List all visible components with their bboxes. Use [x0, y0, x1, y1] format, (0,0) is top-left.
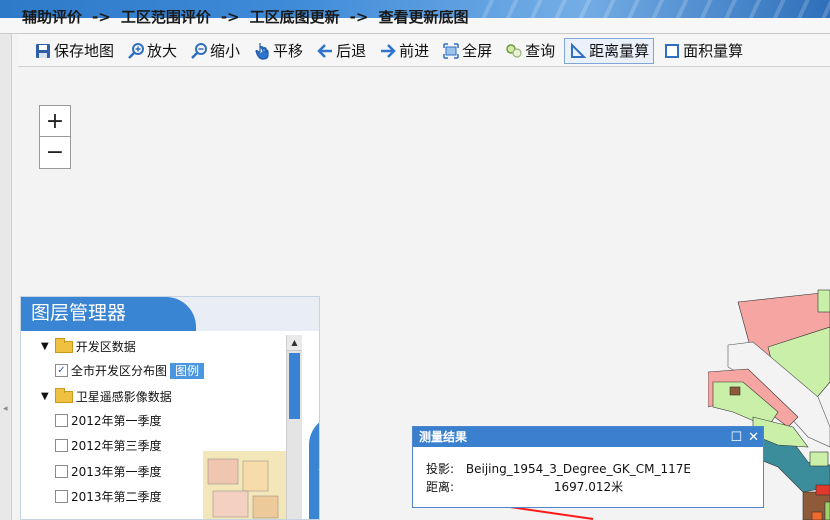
left-splitter[interactable]: ◂ — [0, 34, 12, 520]
maximize-icon[interactable]: ☐ — [730, 428, 742, 448]
tree-group-satellite[interactable]: ▼ 卫星遥感影像数据 — [41, 387, 172, 405]
folder-icon — [54, 387, 73, 403]
zoom-out-label: 缩小 — [210, 42, 241, 60]
zoom-out-control[interactable]: − — [40, 137, 70, 168]
back-label: 后退 — [336, 42, 367, 60]
popup-title: 测量结果 — [419, 430, 468, 444]
tree-item-satellite[interactable]: 2013年第一季度 — [55, 463, 162, 480]
chevron-left-icon: ◀ — [318, 458, 319, 479]
tree-item-satellite[interactable]: 2012年第一季度 — [55, 412, 162, 429]
zoom-out-button[interactable]: 缩小 — [186, 38, 244, 64]
popup-header[interactable]: 测量结果 ☐ ✕ — [413, 427, 763, 447]
legend-button[interactable]: 图例 — [170, 362, 205, 379]
layer-checkbox[interactable] — [55, 439, 68, 452]
fullscreen-button[interactable]: 全屏 — [438, 38, 496, 64]
breadcrumb: 辅助评价 -> 工区范围评价 -> 工区底图更新 -> 查看更新底图 — [22, 10, 468, 24]
query-icon — [505, 42, 523, 60]
breadcrumb-item[interactable]: 辅助评价 — [22, 10, 82, 24]
scroll-up-icon[interactable]: ▲ — [287, 335, 302, 351]
zoom-in-label: 放大 — [147, 42, 178, 60]
save-map-button[interactable]: 保存地图 — [30, 38, 118, 64]
forward-button[interactable]: 前进 — [375, 38, 433, 64]
top-banner: 辅助评价 -> 工区范围评价 -> 工区底图更新 -> 查看更新底图 — [0, 0, 830, 34]
measure-result-popup: 测量结果 ☐ ✕ 投影: Beijing_1954_3_Degree_GK_CM… — [412, 426, 764, 508]
tree-item-label: 2012年第一季度 — [71, 414, 162, 428]
tree-group-dev-zone[interactable]: ▼ 开发区数据 — [41, 337, 136, 355]
splitter-grip-icon[interactable]: ◂ — [3, 404, 8, 416]
arrow-left-icon — [316, 42, 334, 60]
breadcrumb-separator: -> — [220, 10, 240, 24]
ruler-icon — [569, 42, 587, 60]
collapse-panel-button[interactable]: ◀ — [309, 415, 319, 519]
tree-item-label: 2013年第一季度 — [71, 465, 162, 479]
expand-arrow-icon[interactable]: ▼ — [41, 341, 49, 352]
zoom-control: + − — [39, 105, 71, 169]
layer-preview-thumbnail — [203, 451, 293, 519]
layer-manager-panel: 图层管理器 ▼ 开发区数据 ✓ 全市开发区分布图 图例 ▼ 卫星遥感影像数据 2… — [20, 296, 320, 520]
tree-group-label: 卫星遥感影像数据 — [75, 390, 172, 404]
area-icon — [663, 42, 681, 60]
layer-checkbox[interactable] — [55, 465, 68, 478]
fullscreen-label: 全屏 — [462, 42, 493, 60]
breadcrumb-item[interactable]: 工区底图更新 — [250, 10, 340, 24]
layer-checkbox[interactable] — [55, 490, 68, 503]
projection-value: Beijing_1954_3_Degree_GK_CM_117E — [465, 462, 691, 476]
query-label: 查询 — [525, 42, 556, 60]
area-measure-label: 面积量算 — [683, 42, 744, 60]
layer-checkbox[interactable] — [55, 414, 68, 427]
forward-label: 前进 — [399, 42, 430, 60]
pan-button[interactable]: 平移 — [249, 38, 307, 64]
tree-item-satellite[interactable]: 2013年第二季度 — [55, 488, 162, 505]
hand-icon — [253, 42, 271, 60]
tree-item-label: 2012年第三季度 — [71, 439, 162, 453]
layer-checkbox[interactable]: ✓ — [55, 364, 68, 377]
projection-label: 投影: — [426, 462, 455, 476]
pan-label: 平移 — [273, 42, 304, 60]
zoom-in-control[interactable]: + — [40, 106, 70, 137]
expand-arrow-icon[interactable]: ▼ — [41, 391, 49, 402]
save-map-label: 保存地图 — [54, 42, 115, 60]
query-button[interactable]: 查询 — [501, 38, 559, 64]
area-measure-button[interactable]: 面积量算 — [659, 38, 747, 64]
breadcrumb-separator: -> — [349, 10, 369, 24]
layer-manager-header: 图层管理器 — [21, 297, 319, 331]
breadcrumb-item[interactable]: 查看更新底图 — [378, 10, 468, 24]
tree-item-satellite[interactable]: 2012年第三季度 — [55, 437, 162, 454]
back-button[interactable]: 后退 — [312, 38, 370, 64]
layer-tree-scrollbar[interactable]: ▲ — [286, 335, 302, 519]
arrow-right-icon — [379, 42, 397, 60]
distance-row: 距离: 1697.012米 — [426, 478, 623, 495]
tree-group-label: 开发区数据 — [75, 340, 136, 354]
breadcrumb-item[interactable]: 工区范围评价 — [121, 10, 211, 24]
folder-icon — [54, 337, 73, 353]
zoom-in-icon — [127, 42, 145, 60]
breadcrumb-separator: -> — [92, 10, 111, 24]
layer-manager-title: 图层管理器 — [21, 297, 196, 331]
scrollbar-thumb[interactable] — [289, 353, 300, 419]
distance-measure-button[interactable]: 距离量算 — [564, 37, 655, 64]
tree-item-label: 2013年第二季度 — [71, 490, 162, 504]
zoom-in-button[interactable]: 放大 — [123, 38, 181, 64]
map-toolbar: 保存地图 放大 缩小 平移 后退 前进 全屏 查询 距离量算 面积量算 — [18, 35, 830, 67]
distance-measure-label: 距离量算 — [589, 42, 650, 60]
distance-value: 1697.012米 — [553, 480, 624, 494]
tree-item-label: 全市开发区分布图 — [71, 364, 168, 378]
save-icon — [34, 42, 52, 60]
projection-row: 投影: Beijing_1954_3_Degree_GK_CM_117E — [426, 460, 691, 477]
distance-label: 距离: — [426, 480, 455, 494]
tree-item-dev-zone-map[interactable]: ✓ 全市开发区分布图 图例 — [55, 362, 205, 379]
zoom-out-icon — [190, 42, 208, 60]
fullscreen-icon — [442, 42, 460, 60]
close-icon[interactable]: ✕ — [748, 428, 759, 448]
